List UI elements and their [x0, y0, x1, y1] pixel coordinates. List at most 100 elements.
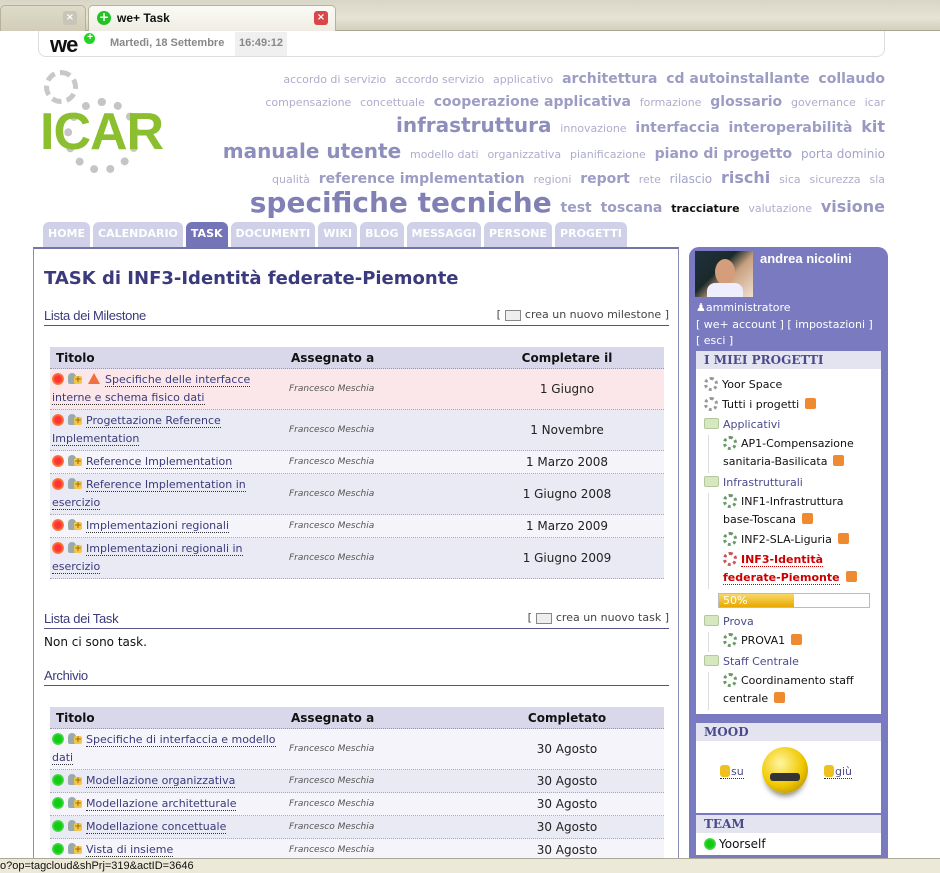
tag-link[interactable]: glossario: [710, 94, 782, 110]
tag-link[interactable]: reference implementation: [319, 171, 525, 187]
tag-link[interactable]: cooperazione applicativa: [434, 94, 631, 110]
tag-link[interactable]: governance: [791, 96, 856, 109]
browser-tab-inactive[interactable]: ×: [0, 5, 86, 31]
nav-tab-wiki[interactable]: WIKI: [318, 222, 358, 247]
project-group[interactable]: Prova: [704, 612, 873, 632]
tag-link[interactable]: sicurezza: [809, 173, 860, 186]
mood-down-link[interactable]: giù: [824, 765, 853, 779]
tag-link[interactable]: regioni: [534, 173, 572, 186]
assign-user-icon[interactable]: [67, 774, 82, 786]
assign-user-icon[interactable]: [67, 820, 82, 832]
assign-user-icon[interactable]: [67, 733, 82, 745]
tag-link[interactable]: sla: [869, 173, 885, 186]
tag-link[interactable]: compensazione: [265, 96, 351, 109]
task-title-link[interactable]: Modellazione architetturale: [86, 797, 237, 811]
tag-link[interactable]: interfaccia: [635, 120, 719, 136]
rss-icon[interactable]: [833, 455, 845, 466]
tag-link[interactable]: architettura: [562, 71, 657, 87]
mood-up-link[interactable]: su: [720, 765, 744, 779]
col-header-assignee[interactable]: Assegnato a: [285, 711, 470, 725]
col-header-title[interactable]: Titolo: [50, 349, 285, 367]
assign-user-icon[interactable]: [67, 843, 82, 855]
close-tab-icon[interactable]: ×: [314, 11, 328, 25]
rss-icon[interactable]: [791, 634, 803, 645]
tag-link[interactable]: collaudo: [818, 71, 885, 87]
assign-user-icon[interactable]: [67, 519, 82, 531]
project-item[interactable]: AP1-Compensazione sanitaria-Basilicata: [708, 435, 873, 473]
project-yoor-space[interactable]: Yoor Space: [704, 375, 873, 395]
icar-logo[interactable]: ICAR: [40, 68, 200, 174]
tag-link[interactable]: specifiche tecniche: [250, 186, 552, 219]
project-item[interactable]: PROVA1: [708, 632, 873, 652]
tag-link[interactable]: toscana: [601, 200, 663, 216]
project-item[interactable]: Coordinamento staff centrale: [708, 672, 873, 710]
rss-icon[interactable]: [837, 533, 849, 544]
tag-link[interactable]: innovazione: [560, 122, 626, 135]
project-all[interactable]: Tutti i progetti: [704, 395, 873, 415]
project-item[interactable]: INF2-SLA-Liguria: [708, 531, 873, 551]
tag-link[interactable]: applicativo: [493, 73, 553, 86]
tag-link[interactable]: qualità: [272, 173, 310, 186]
tag-link[interactable]: icar: [865, 96, 885, 109]
tag-link[interactable]: kit: [861, 117, 885, 136]
browser-tab-active[interactable]: + we+ Task ×: [88, 5, 336, 31]
tag-link[interactable]: accordo di servizio: [283, 73, 386, 86]
tag-link[interactable]: piano di progetto: [655, 146, 792, 162]
nav-tab-persone[interactable]: PERSONE: [483, 222, 553, 247]
tag-link[interactable]: concettuale: [360, 96, 425, 109]
project-group[interactable]: Infrastrutturali: [704, 473, 873, 493]
logout-link[interactable]: [ esci ]: [696, 334, 733, 347]
new-milestone-link[interactable]: [crea un nuovo milestone ]: [497, 308, 669, 321]
tag-link[interactable]: manuale utente: [223, 139, 401, 163]
rss-icon[interactable]: [774, 692, 786, 703]
nav-tab-messaggi[interactable]: MESSAGGI: [406, 222, 481, 247]
nav-tab-blog[interactable]: BLOG: [360, 222, 404, 247]
nav-tab-task[interactable]: TASK: [185, 222, 228, 247]
assign-user-icon[interactable]: [67, 797, 82, 809]
task-title-link[interactable]: Modellazione organizzativa: [86, 774, 236, 788]
task-title-link[interactable]: Vista di insieme: [86, 843, 174, 857]
tag-link[interactable]: tracciature: [671, 202, 739, 215]
nav-tab-home[interactable]: HOME: [43, 222, 91, 247]
tag-link[interactable]: rischi: [721, 168, 770, 187]
project-item[interactable]: INF3-Identità federate-Piemonte: [708, 551, 873, 589]
team-member[interactable]: Yoorself: [696, 833, 881, 855]
rss-icon[interactable]: [805, 398, 817, 409]
rss-icon[interactable]: [802, 513, 813, 524]
tag-link[interactable]: modello dati: [410, 148, 479, 161]
tag-link[interactable]: infrastruttura: [396, 113, 551, 137]
tag-link[interactable]: sica: [779, 173, 801, 186]
assign-user-icon[interactable]: [67, 414, 82, 426]
project-group[interactable]: Applicativi: [704, 415, 873, 435]
close-tab-icon[interactable]: ×: [63, 11, 77, 25]
tag-link[interactable]: report: [580, 171, 630, 187]
task-title-link[interactable]: Reference Implementation: [86, 455, 233, 469]
nav-tab-progetti[interactable]: PROGETTI: [555, 222, 627, 247]
nav-tab-documenti[interactable]: DOCUMENTI: [230, 222, 316, 247]
col-header-title[interactable]: Titolo: [50, 709, 285, 727]
project-item[interactable]: INF1-Infrastruttura base-Toscana: [708, 493, 873, 531]
nav-tab-calendario[interactable]: CALENDARIO: [93, 222, 183, 247]
tag-link[interactable]: organizzativa: [487, 148, 561, 161]
assign-user-icon[interactable]: [67, 478, 82, 490]
we-plus-logo[interactable]: we +: [50, 32, 95, 58]
user-avatar[interactable]: [695, 251, 753, 297]
we-account-link[interactable]: [ we+ account ]: [696, 318, 784, 331]
project-group[interactable]: Staff Centrale: [704, 652, 873, 672]
assign-user-icon[interactable]: [67, 455, 82, 467]
tag-link[interactable]: interoperabilità: [728, 120, 852, 136]
new-task-link[interactable]: [crea un nuovo task ]: [528, 611, 669, 624]
task-title-link[interactable]: Modellazione concettuale: [86, 820, 227, 834]
tag-link[interactable]: visione: [821, 197, 885, 216]
col-header-completed[interactable]: Completato: [470, 711, 664, 725]
task-title-link[interactable]: Specifiche di interfaccia e modello dati: [52, 733, 276, 765]
tag-link[interactable]: cd autoinstallante: [666, 71, 809, 87]
col-header-due-date[interactable]: Completare il: [470, 351, 664, 365]
tag-link[interactable]: pianificazione: [570, 148, 646, 161]
tag-link[interactable]: test: [561, 200, 592, 216]
tag-link[interactable]: porta dominio: [801, 147, 885, 161]
tag-link[interactable]: rilascio: [670, 172, 712, 186]
tag-link[interactable]: formazione: [640, 96, 702, 109]
task-title-link[interactable]: Implementazioni regionali: [86, 519, 229, 533]
tag-link[interactable]: valutazione: [748, 202, 812, 215]
